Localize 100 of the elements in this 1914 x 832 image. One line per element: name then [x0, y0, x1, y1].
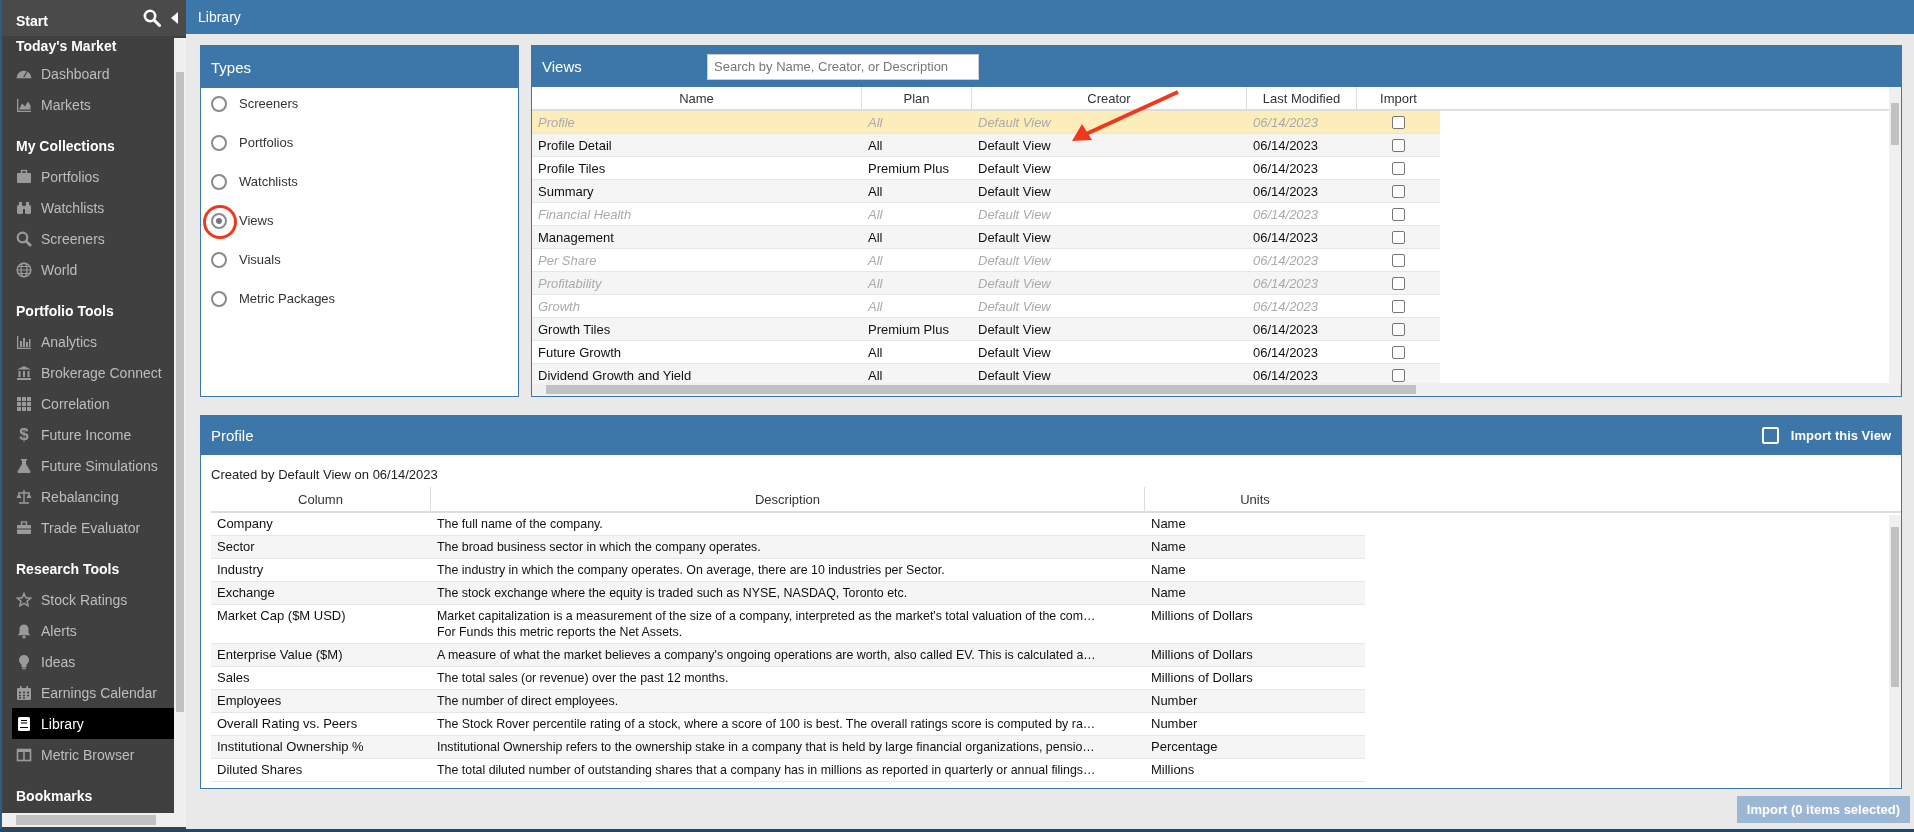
sidebar-item[interactable]: Library	[12, 708, 174, 739]
sidebar-item[interactable]: Portfolios	[12, 161, 174, 192]
table-row[interactable]: Summary All Default View 06/14/2023	[532, 180, 1440, 203]
checkbox[interactable]	[1392, 276, 1405, 290]
radio-button[interactable]	[211, 173, 227, 190]
checkbox[interactable]	[1392, 230, 1405, 244]
radio-label[interactable]: Views	[239, 213, 274, 228]
sidebar-item[interactable]: Rebalancing	[12, 481, 174, 512]
sidebar-item[interactable]: $ Future Income	[12, 419, 174, 450]
table-cell-text: 06/14/2023	[1252, 297, 1320, 316]
table-row[interactable]: Profile Detail All Default View 06/14/2023	[532, 134, 1440, 157]
radio-button[interactable]	[211, 134, 227, 151]
sidebar-item[interactable]: World	[12, 254, 174, 285]
table-row[interactable]: Management All Default View 06/14/2023	[532, 226, 1440, 249]
table-cell-text: Management	[537, 228, 615, 247]
grid-icon	[16, 395, 32, 412]
search-icon	[16, 230, 32, 247]
panel-title: Types	[211, 58, 252, 76]
radio-label[interactable]: Watchlists	[239, 174, 298, 189]
checkbox[interactable]	[1392, 322, 1405, 336]
table-cell-text: 06/14/2023	[1252, 159, 1320, 178]
table-row[interactable]: Growth Tiles Premium Plus Default View 06/14/2023	[532, 318, 1440, 341]
table-cell-text: Name	[1150, 538, 1187, 556]
radio-button[interactable]	[211, 251, 227, 268]
section-heading: Bookmarks	[15, 787, 94, 806]
sidebar-item[interactable]: Brokerage Connect	[12, 357, 174, 388]
sidebar-title: Start	[16, 13, 49, 29]
table-cell-text: 06/14/2023	[1252, 251, 1320, 270]
scrollbar[interactable]	[174, 38, 186, 813]
column-header[interactable]: Units	[1145, 487, 1365, 511]
column-header[interactable]: Import	[1357, 87, 1440, 109]
sidebar-item[interactable]: Markets	[12, 89, 174, 120]
column-header[interactable]: Last Modified	[1247, 87, 1357, 109]
globe-icon	[16, 261, 32, 278]
table-cell-text: All	[867, 343, 884, 362]
table-cell-text: A measure of what the market believes a company's ongoing operations are worth, also called EV. This is calculated a…	[437, 647, 1097, 663]
checkbox[interactable]	[1392, 161, 1405, 175]
radio-button[interactable]	[211, 290, 227, 307]
scrollbar[interactable]	[1889, 515, 1901, 788]
radio-button[interactable]	[211, 212, 227, 229]
bell-icon	[16, 622, 32, 639]
table-cell-text: All	[866, 297, 884, 316]
table-cell-text: 06/14/2023	[1252, 274, 1320, 293]
checkbox[interactable]	[1392, 299, 1405, 313]
sidebar-item[interactable]: Trade Evaluator	[12, 512, 174, 543]
radio-label[interactable]: Metric Packages	[239, 291, 336, 306]
sidebar-item[interactable]: Watchlists	[12, 192, 174, 223]
table-cell-text: Market capitalization is a measurement of the size of a company, interpreted as the market's total valuation of the com…	[437, 608, 1097, 624]
radio-button[interactable]	[211, 95, 227, 112]
checkbox[interactable]	[1392, 115, 1405, 129]
radio-label[interactable]: Portfolios	[239, 135, 294, 150]
table-cell-text: 06/14/2023	[1252, 343, 1320, 362]
checkbox-label[interactable]: Import this View	[1790, 428, 1891, 443]
table-cell-text: Default View	[977, 251, 1052, 270]
sidebar-item[interactable]: Stock Ratings	[12, 584, 174, 615]
checkbox[interactable]	[1392, 207, 1405, 221]
checkbox[interactable]	[1392, 345, 1405, 359]
checkbox[interactable]	[1392, 253, 1405, 267]
column-header[interactable]: Description	[431, 487, 1145, 511]
sidebar-item[interactable]: Metric Browser	[12, 739, 174, 770]
table-cell-text: Diluted Shares	[216, 761, 304, 779]
sidebar-item[interactable]: Dashboard	[12, 58, 174, 89]
column-header[interactable]: Name	[532, 87, 862, 109]
collapse-icon[interactable]	[171, 12, 178, 24]
search-icon[interactable]	[143, 9, 161, 27]
scrollbar[interactable]	[1889, 87, 1901, 383]
sidebar-item[interactable]: Earnings Calendar	[12, 677, 174, 708]
sidebar-item[interactable]: Alerts	[12, 615, 174, 646]
sidebar-item[interactable]: Future Simulations	[12, 450, 174, 481]
column-header[interactable]: Column	[211, 487, 431, 511]
table-cell-text: Dividend Growth and Yield	[537, 366, 693, 383]
table-row[interactable]: Dividend Growth and Yield All Default View 06/14/2023	[532, 364, 1440, 383]
checkbox[interactable]	[1392, 184, 1405, 198]
binoculars-icon	[16, 199, 32, 216]
table-cell-text: Industry	[216, 561, 265, 579]
table-cell-text: Millions of Dollars	[1150, 669, 1254, 687]
table-cell-text: All	[866, 205, 884, 224]
table-cell-text: All	[866, 113, 884, 132]
table-cell-text: 06/14/2023	[1252, 228, 1320, 247]
flask-icon	[16, 457, 32, 474]
sidebar-item[interactable]: Screeners	[12, 223, 174, 254]
table-cell-text: Millions of Dollars	[1150, 607, 1254, 625]
sidebar-item[interactable]: Analytics	[12, 326, 174, 357]
sidebar-item[interactable]: Correlation	[12, 388, 174, 419]
scrollbar[interactable]	[2, 813, 186, 827]
column-header[interactable]: Creator	[972, 87, 1247, 109]
radio-label[interactable]: Screeners	[239, 96, 299, 111]
checkbox[interactable]	[1392, 368, 1405, 382]
bank-icon	[16, 364, 32, 381]
search-field[interactable]: Search by Name, Creator, or Description	[707, 53, 979, 80]
column-header[interactable]: Plan	[862, 87, 972, 109]
checkbox[interactable]	[1392, 138, 1405, 152]
radio-label[interactable]: Visuals	[239, 252, 281, 267]
gauge-icon	[16, 68, 32, 79]
table-cell-text: 06/14/2023	[1252, 366, 1320, 383]
panel-title: Profile	[211, 427, 254, 444]
sidebar-item[interactable]: Ideas	[12, 646, 174, 677]
table-cell-text: All	[867, 182, 884, 201]
calendar-icon	[16, 684, 32, 701]
scrollbar[interactable]	[532, 383, 1901, 396]
